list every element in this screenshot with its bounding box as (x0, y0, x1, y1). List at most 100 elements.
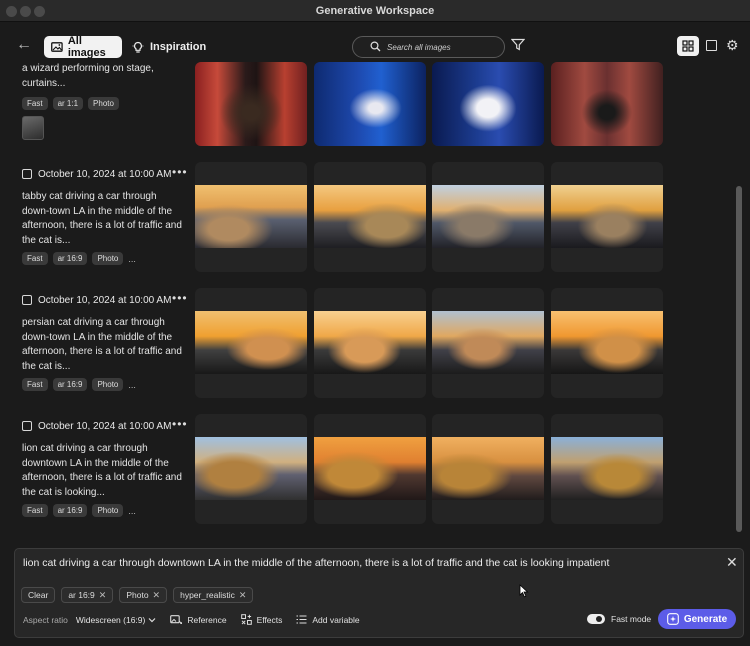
generated-image[interactable] (314, 311, 426, 374)
tab-inspiration-label: Inspiration (150, 41, 207, 53)
generated-image[interactable] (551, 437, 663, 500)
image-icon (51, 42, 63, 52)
more-tags-icon[interactable]: ... (128, 380, 136, 390)
tag-chip[interactable]: Fast (22, 504, 48, 517)
tag-chip[interactable]: ar 16:9 (52, 252, 88, 265)
search-icon (370, 41, 381, 52)
tag-chip[interactable]: ar 16:9 (52, 378, 88, 391)
tag-chip[interactable]: Fast (22, 252, 48, 265)
generated-image[interactable] (314, 437, 426, 500)
generated-image[interactable] (195, 437, 307, 500)
tag-chip[interactable]: Photo (92, 252, 124, 265)
tag-chip[interactable]: Photo (92, 378, 124, 391)
tag-label: ar 16:9 (68, 590, 95, 600)
back-arrow-icon[interactable]: ← (14, 36, 34, 56)
generated-image[interactable] (432, 437, 544, 500)
image-card[interactable] (432, 162, 544, 272)
single-view-icon[interactable] (706, 40, 717, 51)
chevron-down-icon (148, 617, 156, 622)
select-checkbox[interactable] (22, 421, 32, 431)
generated-image[interactable] (551, 62, 663, 146)
fast-mode-label: Fast mode (611, 614, 652, 624)
generated-image[interactable] (551, 185, 663, 248)
image-card[interactable] (314, 288, 426, 398)
generated-image[interactable] (195, 311, 307, 374)
grid-view-button[interactable] (677, 36, 699, 56)
window-title: Generative Workspace (315, 5, 435, 17)
image-card[interactable] (314, 62, 426, 146)
prompt-input[interactable]: lion cat driving a car through downtown … (23, 557, 609, 569)
image-card[interactable] (195, 414, 307, 524)
generated-image[interactable] (314, 62, 426, 146)
tab-inspiration[interactable]: Inspiration (132, 36, 210, 58)
clear-label: Clear (28, 590, 49, 600)
image-card[interactable] (195, 62, 307, 146)
group-prompt: persian cat driving a car through down-t… (22, 317, 182, 372)
tag-chip[interactable]: ar 1:1 (52, 97, 84, 110)
tag-chip-style[interactable]: Photo ✕ (119, 587, 168, 603)
generated-image[interactable] (432, 311, 544, 374)
generated-image[interactable] (195, 185, 307, 248)
tag-chip[interactable]: ar 16:9 (52, 504, 88, 517)
image-card[interactable] (314, 162, 426, 272)
window-titlebar: Generative Workspace (0, 0, 750, 22)
generated-image[interactable] (432, 185, 544, 248)
generated-image[interactable] (551, 311, 663, 374)
image-card[interactable] (551, 414, 663, 524)
generated-image[interactable] (432, 62, 544, 146)
search-input[interactable]: Search all images (352, 36, 505, 58)
select-checkbox[interactable] (22, 295, 32, 305)
effects-icon (240, 614, 252, 625)
more-options-icon[interactable]: ••• (172, 291, 188, 305)
fast-mode-toggle[interactable] (587, 614, 605, 624)
image-card[interactable] (314, 414, 426, 524)
effects-button[interactable]: Effects (240, 614, 282, 625)
image-card[interactable] (432, 288, 544, 398)
tab-all-images-label: All images (67, 35, 106, 59)
select-checkbox[interactable] (22, 169, 32, 179)
image-card[interactable] (432, 414, 544, 524)
tag-chip[interactable]: Fast (22, 97, 48, 110)
group-meta: a wizard performing on stage, curtains..… (22, 62, 190, 140)
tag-chip[interactable]: Photo (92, 504, 124, 517)
image-card[interactable] (551, 62, 663, 146)
remove-tag-icon[interactable]: ✕ (153, 590, 161, 601)
reference-thumbnail[interactable] (22, 116, 44, 140)
scrollbar-thumb[interactable] (736, 186, 742, 532)
more-options-icon[interactable]: ••• (172, 165, 188, 179)
image-card[interactable] (551, 288, 663, 398)
lightbulb-icon (132, 41, 144, 53)
aspect-ratio-select[interactable]: Widescreen (16:9) (76, 615, 156, 625)
close-icon[interactable]: ✕ (726, 554, 738, 571)
tag-chip[interactable]: Fast (22, 378, 48, 391)
generate-button[interactable]: Generate (658, 609, 736, 629)
group-prompt: tabby cat driving a car through down-tow… (22, 191, 182, 246)
filter-icon[interactable] (511, 38, 525, 51)
group-date: October 10, 2024 at 10:00 AM (38, 294, 172, 306)
search-placeholder: Search all images (387, 42, 451, 52)
reference-button[interactable]: Reference (170, 614, 227, 625)
more-tags-icon[interactable]: ... (128, 254, 136, 264)
more-options-icon[interactable]: ••• (172, 417, 188, 431)
tag-chip[interactable]: Photo (88, 97, 119, 110)
reference-label: Reference (187, 614, 227, 625)
generated-image[interactable] (195, 62, 307, 146)
gear-icon[interactable]: ⚙ (726, 38, 739, 52)
tag-chip-aspect[interactable]: ar 16:9 ✕ (61, 587, 114, 603)
tab-all-images[interactable]: All images (44, 35, 122, 59)
image-card[interactable] (195, 288, 307, 398)
add-variable-button[interactable]: Add variable (296, 615, 360, 625)
image-card[interactable] (195, 162, 307, 272)
generated-image[interactable] (314, 185, 426, 248)
remove-tag-icon[interactable]: ✕ (99, 590, 107, 601)
tag-label: Photo (126, 590, 149, 600)
clear-button[interactable]: Clear (21, 587, 56, 603)
group-date: October 10, 2024 at 10:00 AM (38, 168, 172, 180)
image-card[interactable] (551, 162, 663, 272)
image-card[interactable] (432, 62, 544, 146)
remove-tag-icon[interactable]: ✕ (239, 590, 247, 601)
tag-chip-modifier[interactable]: hyper_realistic ✕ (173, 587, 254, 603)
group-meta: October 10, 2024 at 10:00 AM ••• lion ca… (22, 417, 190, 517)
more-tags-icon[interactable]: ... (128, 506, 136, 516)
feed-scrollbar[interactable] (735, 62, 743, 542)
